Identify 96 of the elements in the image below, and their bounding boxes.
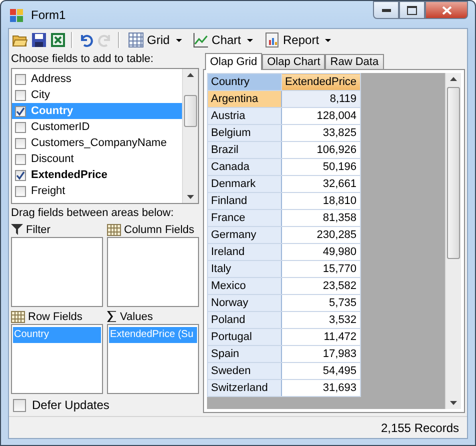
- defer-updates-label: Defer Updates: [32, 398, 110, 412]
- scrollbar[interactable]: [182, 69, 198, 203]
- row-header[interactable]: Poland: [208, 312, 282, 328]
- table-cell: 3,532: [282, 312, 360, 328]
- report-dropdown-button[interactable]: Report: [261, 31, 334, 49]
- checkbox[interactable]: [15, 154, 26, 164]
- checkbox[interactable]: [15, 106, 26, 116]
- filter-icon: [11, 224, 23, 235]
- tab[interactable]: Olap Grid: [205, 53, 262, 70]
- filter-area[interactable]: [11, 237, 103, 307]
- field-item[interactable]: Freight: [12, 183, 182, 199]
- checkbox[interactable]: [15, 74, 26, 84]
- areas-label: Drag fields between areas below:: [11, 207, 175, 219]
- row-header[interactable]: Spain: [208, 346, 282, 362]
- undo-icon[interactable]: [78, 32, 94, 48]
- save-icon[interactable]: [31, 32, 47, 48]
- checkbox[interactable]: [15, 170, 26, 180]
- scroll-up-arrow-icon[interactable]: [187, 73, 194, 77]
- row-header[interactable]: Germany: [208, 226, 282, 244]
- checkbox[interactable]: [15, 122, 26, 132]
- columns-area[interactable]: [107, 237, 199, 307]
- area-label: Column Fields: [124, 224, 194, 236]
- table-cell: 54,495: [282, 362, 360, 380]
- table-cell: 17,983: [282, 346, 360, 362]
- column-header[interactable]: Country: [208, 74, 282, 90]
- row-header[interactable]: Mexico: [208, 278, 282, 294]
- row-header[interactable]: Sweden: [208, 362, 282, 380]
- field-item[interactable]: ExtendedPrice: [12, 167, 182, 183]
- record-count: 2,155 Records: [380, 420, 459, 434]
- grid-icon: [11, 310, 25, 322]
- row-header[interactable]: Canada: [208, 158, 282, 176]
- row-header[interactable]: Ireland: [208, 244, 282, 260]
- sigma-icon: [107, 311, 117, 322]
- table-cell: 23,582: [282, 278, 360, 294]
- table-cell: 230,285: [282, 226, 360, 244]
- area-label: Row Fields: [28, 310, 82, 322]
- row-header[interactable]: Belgium: [208, 124, 282, 142]
- row-header[interactable]: Switzerland: [208, 380, 282, 396]
- table-cell: 106,926: [282, 142, 360, 158]
- scrollbar-thumb[interactable]: [447, 87, 460, 259]
- app-icon: [9, 6, 25, 22]
- column-header[interactable]: ExtendedPrice: [282, 74, 360, 90]
- grid-dropdown-button[interactable]: Grid: [125, 31, 185, 49]
- table-cell: 81,358: [282, 210, 360, 226]
- maximize-icon: [407, 6, 417, 14]
- scroll-down-arrow-icon[interactable]: [450, 401, 457, 405]
- area-label: Values: [120, 310, 153, 322]
- row-header[interactable]: Finland: [208, 192, 282, 210]
- row-header[interactable]: France: [208, 210, 282, 226]
- field-item[interactable]: Address: [12, 71, 182, 87]
- table-cell: 32,661: [282, 176, 360, 192]
- field-item[interactable]: CustomerID: [12, 119, 182, 135]
- table-cell: 11,472: [282, 328, 360, 346]
- table-cell: 33,825: [282, 124, 360, 142]
- row-header[interactable]: Norway: [208, 294, 282, 312]
- field-item[interactable]: City: [12, 87, 182, 103]
- row-header[interactable]: Argentina: [208, 90, 282, 108]
- scroll-up-arrow-icon[interactable]: [450, 77, 457, 81]
- grid-icon: [128, 32, 144, 48]
- close-icon: [442, 6, 452, 14]
- table-cell: 31,693: [282, 380, 360, 396]
- spreadsheet-icon[interactable]: [50, 32, 66, 48]
- report-icon: [264, 32, 280, 48]
- table-cell: 18,810: [282, 192, 360, 210]
- field-item[interactable]: Customers_CompanyName: [12, 135, 182, 151]
- field-item[interactable]: Discount: [12, 151, 182, 167]
- row-header[interactable]: Brazil: [208, 142, 282, 158]
- minimize-icon: [382, 8, 390, 12]
- table-cell: 15,770: [282, 260, 360, 278]
- checkbox[interactable]: [15, 138, 26, 148]
- row-header[interactable]: Denmark: [208, 176, 282, 192]
- checkbox[interactable]: [15, 186, 26, 196]
- table-cell: 5,735: [282, 294, 360, 312]
- tab[interactable]: Raw Data: [325, 54, 384, 69]
- scrollbar-thumb[interactable]: [184, 95, 197, 127]
- field-list-label: Choose fields to add to table:: [11, 53, 154, 65]
- chart-dropdown-button[interactable]: Chart: [190, 31, 256, 49]
- grid-icon: [107, 224, 121, 236]
- table-cell: 49,980: [282, 244, 360, 260]
- line-chart-icon: [192, 32, 209, 48]
- scrollbar[interactable]: [445, 73, 461, 409]
- maximize-button[interactable]: [399, 1, 425, 19]
- row-header[interactable]: Portugal: [208, 328, 282, 346]
- table-cell: 128,004: [282, 108, 360, 124]
- window-title: Form1: [31, 8, 66, 22]
- close-button[interactable]: [425, 1, 468, 19]
- scroll-down-arrow-icon[interactable]: [187, 195, 194, 199]
- row-header[interactable]: Austria: [208, 108, 282, 124]
- row-header[interactable]: Italy: [208, 260, 282, 278]
- checkbox[interactable]: [15, 90, 26, 100]
- minimize-button[interactable]: [373, 1, 399, 19]
- table-cell: 50,196: [282, 158, 360, 176]
- tab[interactable]: Olap Chart: [262, 54, 326, 69]
- checkbox[interactable]: [13, 398, 26, 412]
- table-cell: 8,119: [282, 90, 360, 108]
- area-label: Filter: [26, 224, 50, 236]
